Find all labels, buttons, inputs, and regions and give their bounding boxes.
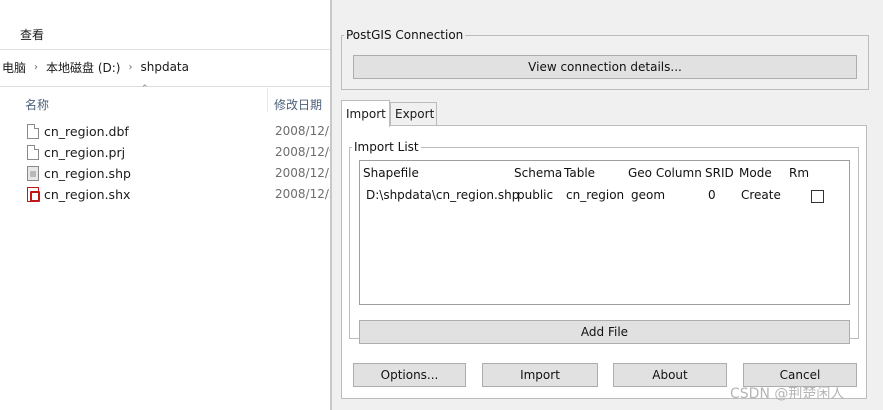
file-explorer: 查看 电脑 › 本地磁盘 (D:) › shpdata ⌃ 名称 修改日期 cn… (0, 0, 330, 410)
import-list-table[interactable]: Shapefile Schema Table Geo Column SRID M… (359, 160, 850, 305)
column-divider[interactable] (267, 88, 268, 112)
file-name: cn_region.dbf (44, 124, 129, 139)
menu-view[interactable]: 查看 (20, 26, 44, 43)
postgis-connection-label: PostGIS Connection (346, 28, 464, 42)
file-date: 2008/12/9 (275, 145, 330, 159)
file-row[interactable]: cn_region.dbf 2008/12/3 (0, 121, 330, 142)
header-table[interactable]: Table (564, 166, 595, 180)
import-list-label: Import List (354, 140, 419, 154)
header-rm[interactable]: Rm (789, 166, 809, 180)
file-name: cn_region.shp (44, 166, 131, 181)
file-date: 2008/12/3 (275, 166, 330, 180)
remove-checkbox[interactable] (811, 190, 824, 203)
dbf-file-icon (27, 124, 39, 139)
header-srid[interactable]: SRID (705, 166, 734, 180)
shx-file-icon (27, 187, 40, 202)
cell-mode[interactable]: Create (741, 188, 781, 202)
file-row[interactable]: cn_region.shp 2008/12/3 (0, 163, 330, 184)
file-row[interactable]: cn_region.prj 2008/12/9 (0, 142, 330, 163)
cell-shapefile[interactable]: D:\shpdata\cn_region.shp (366, 188, 519, 202)
file-name: cn_region.prj (44, 145, 126, 160)
shapefile-loader-dialog: PostGIS Connection View connection detai… (332, 0, 883, 410)
view-connection-details-button[interactable]: View connection details... (353, 55, 857, 79)
breadcrumb-computer[interactable]: 电脑 (0, 59, 28, 76)
file-date: 2008/12/3 (275, 124, 330, 138)
watermark: CSDN @荆楚闲人 (730, 386, 845, 402)
sort-ascending-icon: ⌃ (141, 84, 149, 94)
menu-divider (0, 49, 330, 50)
breadcrumb-drive-d[interactable]: 本地磁盘 (D:) (44, 59, 122, 76)
tab-export[interactable]: Export (390, 102, 437, 126)
shp-file-icon (27, 166, 39, 181)
cell-srid[interactable]: 0 (708, 188, 716, 202)
file-name: cn_region.shx (44, 187, 131, 202)
header-shapefile[interactable]: Shapefile (363, 166, 419, 180)
tab-import[interactable]: Import (341, 100, 390, 127)
add-file-button[interactable]: Add File (359, 320, 850, 344)
column-header-date[interactable]: 修改日期 (274, 96, 322, 113)
breadcrumb-shpdata[interactable]: shpdata (138, 60, 191, 74)
cell-table[interactable]: cn_region (566, 188, 624, 202)
file-row[interactable]: cn_region.shx 2008/12/3 (0, 184, 330, 205)
breadcrumb[interactable]: 电脑 › 本地磁盘 (D:) › shpdata (0, 56, 330, 78)
chevron-right-icon[interactable]: › (28, 62, 44, 73)
import-button[interactable]: Import (482, 363, 598, 387)
header-schema[interactable]: Schema (514, 166, 562, 180)
column-header-name[interactable]: 名称 (25, 96, 49, 113)
address-divider (0, 86, 330, 87)
cell-geo-column[interactable]: geom (631, 188, 665, 202)
file-date: 2008/12/3 (275, 187, 330, 201)
about-button[interactable]: About (613, 363, 727, 387)
prj-file-icon (27, 145, 39, 160)
header-mode[interactable]: Mode (739, 166, 772, 180)
header-geo-column[interactable]: Geo Column (628, 166, 702, 180)
options-button[interactable]: Options... (353, 363, 466, 387)
chevron-right-icon[interactable]: › (122, 62, 138, 73)
cell-schema[interactable]: public (517, 188, 553, 202)
